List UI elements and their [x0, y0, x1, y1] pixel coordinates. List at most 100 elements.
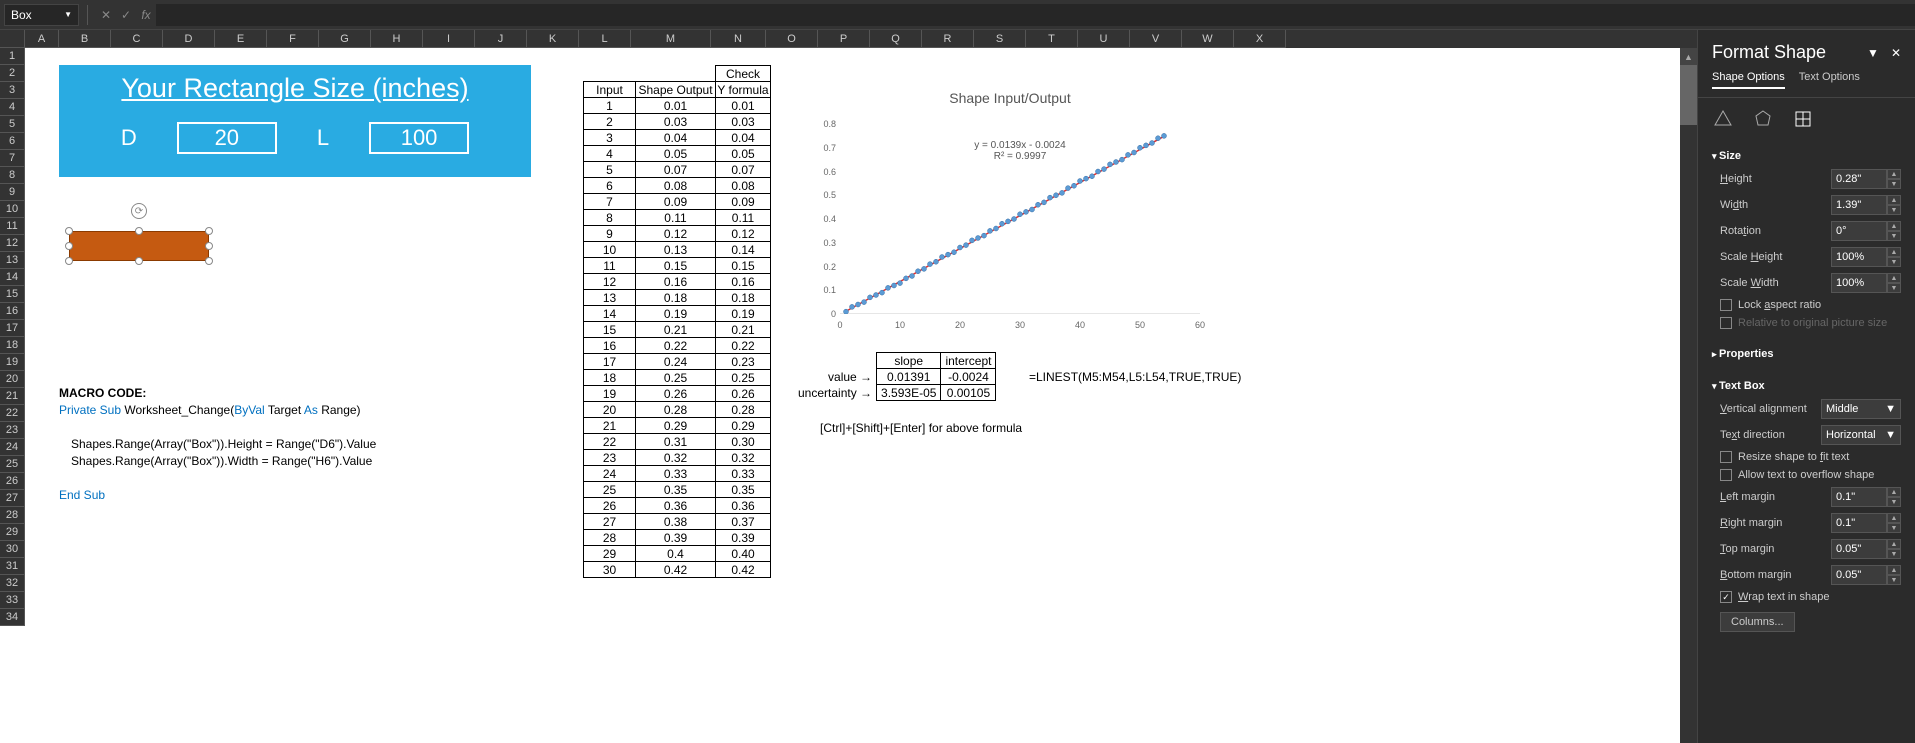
table-cell[interactable]: 0.22 — [716, 338, 771, 354]
table-cell[interactable]: 0.25 — [636, 370, 716, 386]
table-cell[interactable]: 0.36 — [716, 498, 771, 514]
row-header[interactable]: 25 — [0, 456, 25, 473]
row-header[interactable]: 20 — [0, 371, 25, 388]
effects-icon[interactable] — [1752, 108, 1774, 130]
table-cell[interactable]: 0.38 — [636, 514, 716, 530]
table-cell[interactable]: 0.01 — [716, 98, 771, 114]
spin-up-icon[interactable]: ▲ — [1887, 539, 1901, 549]
row-header[interactable]: 8 — [0, 167, 25, 184]
table-cell[interactable]: 0.21 — [636, 322, 716, 338]
scatter-chart[interactable]: Shape Input/Output y = 0.0139x - 0.0024 … — [800, 84, 1220, 344]
table-cell[interactable]: 0.08 — [716, 178, 771, 194]
col-header[interactable]: W — [1182, 30, 1234, 48]
col-header[interactable]: V — [1130, 30, 1182, 48]
col-header[interactable]: H — [371, 30, 423, 48]
spin-up-icon[interactable]: ▲ — [1887, 221, 1901, 231]
col-header[interactable]: G — [319, 30, 371, 48]
table-cell[interactable]: 0.09 — [636, 194, 716, 210]
table-cell[interactable]: 0.03 — [716, 114, 771, 130]
table-cell[interactable]: 0.11 — [716, 210, 771, 226]
resize-shape-checkbox[interactable] — [1720, 451, 1732, 463]
table-cell[interactable]: 0.12 — [636, 226, 716, 242]
table-cell[interactable]: 7 — [584, 194, 636, 210]
resize-handle[interactable] — [205, 257, 213, 265]
formula-input[interactable] — [156, 4, 1915, 26]
row-header[interactable]: 13 — [0, 252, 25, 269]
table-cell[interactable]: 14 — [584, 306, 636, 322]
table-cell[interactable]: 0.12 — [716, 226, 771, 242]
row-header[interactable]: 28 — [0, 507, 25, 524]
table-cell[interactable]: 0.21 — [716, 322, 771, 338]
d-value-cell[interactable]: 20 — [177, 122, 277, 154]
scroll-up-icon[interactable]: ▲ — [1680, 48, 1697, 65]
col-header[interactable]: I — [423, 30, 475, 48]
row-header[interactable]: 6 — [0, 133, 25, 150]
table-cell[interactable]: 0.01 — [636, 98, 716, 114]
table-cell[interactable]: 0.04 — [636, 130, 716, 146]
spin-down-icon[interactable]: ▼ — [1887, 283, 1901, 293]
spin-down-icon[interactable]: ▼ — [1887, 549, 1901, 559]
spin-up-icon[interactable]: ▲ — [1887, 169, 1901, 179]
col-header[interactable]: S — [974, 30, 1026, 48]
table-cell[interactable]: 0.29 — [636, 418, 716, 434]
spin-down-icon[interactable]: ▼ — [1887, 231, 1901, 241]
col-header[interactable]: O — [766, 30, 818, 48]
spin-down-icon[interactable]: ▼ — [1887, 497, 1901, 507]
table-cell[interactable]: 0.14 — [716, 242, 771, 258]
resize-handle[interactable] — [205, 227, 213, 235]
table-cell[interactable]: 24 — [584, 466, 636, 482]
left-margin-input[interactable] — [1831, 487, 1887, 507]
col-header[interactable]: C — [111, 30, 163, 48]
table-cell[interactable]: 0.40 — [716, 546, 771, 562]
table-cell[interactable]: 0.15 — [716, 258, 771, 274]
size-section-header[interactable]: Size — [1712, 146, 1901, 166]
spin-down-icon[interactable]: ▼ — [1887, 523, 1901, 533]
spin-down-icon[interactable]: ▼ — [1887, 205, 1901, 215]
spin-up-icon[interactable]: ▲ — [1887, 273, 1901, 283]
row-header[interactable]: 32 — [0, 575, 25, 592]
table-cell[interactable]: 0.09 — [716, 194, 771, 210]
row-header[interactable]: 21 — [0, 388, 25, 405]
table-cell[interactable]: 0.16 — [636, 274, 716, 290]
col-header[interactable]: J — [475, 30, 527, 48]
table-cell[interactable]: 29 — [584, 546, 636, 562]
table-cell[interactable]: 0.37 — [716, 514, 771, 530]
right-margin-input[interactable] — [1831, 513, 1887, 533]
table-cell[interactable]: 0.08 — [636, 178, 716, 194]
row-header[interactable]: 18 — [0, 337, 25, 354]
scale-width-input[interactable] — [1831, 273, 1887, 293]
table-cell[interactable]: 4 — [584, 146, 636, 162]
row-header[interactable]: 29 — [0, 524, 25, 541]
row-header[interactable]: 5 — [0, 116, 25, 133]
spin-up-icon[interactable]: ▲ — [1887, 513, 1901, 523]
table-cell[interactable]: 0.11 — [636, 210, 716, 226]
table-cell[interactable]: 21 — [584, 418, 636, 434]
bottom-margin-input[interactable] — [1831, 565, 1887, 585]
grid-content[interactable]: Your Rectangle Size (inches) D 20 L 100 … — [25, 48, 1697, 743]
table-cell[interactable]: 22 — [584, 434, 636, 450]
table-cell[interactable]: 26 — [584, 498, 636, 514]
table-cell[interactable]: 17 — [584, 354, 636, 370]
spin-down-icon[interactable]: ▼ — [1887, 257, 1901, 267]
col-header[interactable]: T — [1026, 30, 1078, 48]
table-cell[interactable]: 10 — [584, 242, 636, 258]
table-cell[interactable]: 0.05 — [636, 146, 716, 162]
table-cell[interactable]: 0.04 — [716, 130, 771, 146]
table-cell[interactable]: 0.35 — [716, 482, 771, 498]
cancel-icon[interactable]: ✕ — [96, 5, 116, 25]
table-cell[interactable]: 11 — [584, 258, 636, 274]
selected-shape-box[interactable]: ⟳ — [69, 231, 209, 261]
table-cell[interactable]: 0.32 — [716, 450, 771, 466]
table-cell[interactable]: 6 — [584, 178, 636, 194]
row-header[interactable]: 12 — [0, 235, 25, 252]
table-cell[interactable]: 0.35 — [636, 482, 716, 498]
resize-handle[interactable] — [65, 242, 73, 250]
tab-text-options[interactable]: Text Options — [1799, 71, 1860, 89]
table-cell[interactable]: 3 — [584, 130, 636, 146]
table-cell[interactable]: 0.30 — [716, 434, 771, 450]
col-header[interactable]: A — [25, 30, 59, 48]
table-cell[interactable]: 0.4 — [636, 546, 716, 562]
col-header[interactable]: L — [579, 30, 631, 48]
row-header[interactable]: 30 — [0, 541, 25, 558]
table-cell[interactable]: 23 — [584, 450, 636, 466]
